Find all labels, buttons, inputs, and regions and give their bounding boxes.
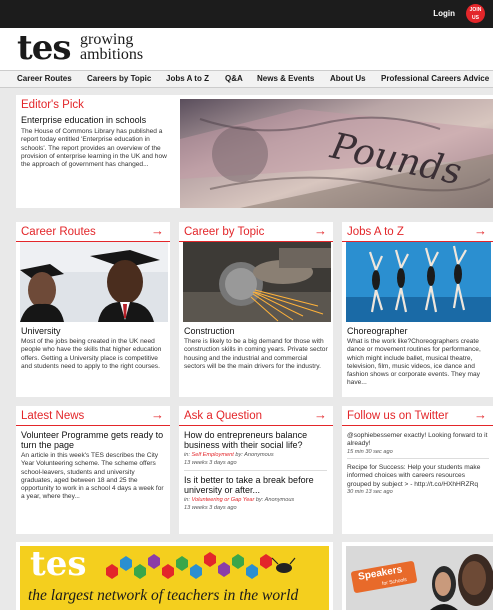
jobs-a-to-z-panel: Jobs A to Z → Choreographer What is the … [342,222,493,397]
title-divider [342,425,493,426]
tweet-1-time: 15 min 30 sec ago [347,449,393,455]
meta-in-label: in: [184,497,190,503]
career-routes-heading[interactable]: University [21,326,61,336]
nav-news-events[interactable]: News & Events [257,74,314,83]
join-us-button[interactable]: JOIN US [466,4,485,23]
logo-tagline: growing ambitions [80,31,144,63]
us-label: US [472,15,479,21]
arrow-right-icon[interactable]: → [314,223,327,238]
question-1-meta: in: Self Employment by: Anonymous [184,452,274,458]
main-nav: Career Routes Careers by Topic Jobs A to… [0,70,493,88]
nav-about-us[interactable]: About Us [330,74,366,83]
career-by-topic-panel: Career by Topic → Construction There is … [179,222,333,397]
ask-question-panel: Ask a Question → How do entrepreneurs ba… [179,406,333,534]
nav-careers-by-topic[interactable]: Careers by Topic [87,74,151,83]
dancers-image[interactable] [346,242,491,322]
latest-news-panel: Latest News → Volunteer Programme gets r… [16,406,170,534]
question-1-time: 13 weeks 3 days ago [184,460,237,466]
top-bar: Login JOIN US [0,0,493,28]
latest-news-body: An article in this week's TES describes … [21,452,164,501]
title-divider [179,425,333,426]
speakers-for-schools-panel[interactable]: Speakers for Schools [342,542,493,610]
hexagon-pattern [106,552,296,579]
title-divider [16,425,170,426]
tweet-divider [347,458,489,459]
jobs-a-to-z-body: What is the work like?Choreographers cre… [347,338,481,387]
arrow-right-icon[interactable]: → [151,407,164,422]
editors-pick-title: Editor's Pick [21,99,84,111]
construction-image[interactable] [183,242,331,322]
question-1-link[interactable]: How do entrepreneurs balance business wi… [184,430,330,450]
nav-professional-careers-advice[interactable]: Professional Careers Advice [381,74,489,83]
tweet-1: @sophiebessemer exactly! Looking forward… [347,432,488,448]
arrow-right-icon[interactable]: → [314,407,327,422]
career-by-topic-heading[interactable]: Construction [184,326,235,336]
tes-banner[interactable]: tes the largest network of teachers in t… [16,542,333,610]
career-routes-panel: Career Routes → University Most of the j… [16,222,170,397]
latest-news-title[interactable]: Latest News [21,410,84,422]
banner-tagline: the largest network of teachers in the w… [28,587,299,604]
site-header: tes growing ambitions [0,28,493,70]
banner-logo-mark: tes [30,544,87,584]
nav-qa[interactable]: Q&A [225,74,243,83]
editors-pick-body: The House of Commons Library has publish… [21,128,167,169]
arrow-right-icon[interactable]: → [474,407,487,422]
meta-by-label: by: Anonymous [255,497,295,503]
join-label: JOIN [469,7,482,13]
career-by-topic-title[interactable]: Career by Topic [184,226,264,238]
editors-pick-headline[interactable]: Enterprise education in schools [21,115,171,125]
twitter-title[interactable]: Follow us on Twitter [347,410,448,422]
question-divider [184,470,327,471]
career-by-topic-body: There is likely to be a big demand for t… [184,338,328,370]
nav-career-routes[interactable]: Career Routes [17,74,72,83]
logo-mark: tes [17,28,71,68]
editors-pick-image[interactable]: Pounds [180,99,493,208]
question-1-category-link[interactable]: Self Employment [191,452,233,458]
ask-question-title[interactable]: Ask a Question [184,410,262,422]
tweet-2-time: 30 min 13 sec ago [347,489,393,495]
tagline-line-2: ambitions [80,46,144,63]
latest-news-headline[interactable]: Volunteer Programme gets ready to turn t… [21,430,169,450]
graduates-image[interactable] [20,242,168,322]
nav-jobs-a-to-z[interactable]: Jobs A to Z [166,74,209,83]
jobs-a-to-z-title[interactable]: Jobs A to Z [347,226,404,238]
arrow-right-icon[interactable]: → [151,223,164,238]
editors-pick-panel: Editor's Pick Enterprise education in sc… [16,95,493,208]
career-routes-title[interactable]: Career Routes [21,226,96,238]
meta-in-label: in: [184,452,190,458]
question-2-link[interactable]: Is it better to take a break before univ… [184,475,330,495]
question-2-time: 13 weeks 3 days ago [184,505,237,511]
login-link[interactable]: Login [433,9,455,18]
career-routes-body: Most of the jobs being created in the UK… [21,338,162,370]
question-2-meta: in: Volunteering or Gap Year by: Anonymo… [184,497,294,503]
tweet-2: Recipe for Success: Help your students m… [347,464,481,488]
arrow-right-icon[interactable]: → [474,223,487,238]
tagline-line-1: growing [80,31,134,48]
jobs-a-to-z-heading[interactable]: Choreographer [347,326,408,336]
twitter-panel: Follow us on Twitter → @sophiebessemer e… [342,406,493,534]
meta-by-label: by: Anonymous [235,452,274,458]
question-2-category-link[interactable]: Volunteering or Gap Year [191,497,254,503]
